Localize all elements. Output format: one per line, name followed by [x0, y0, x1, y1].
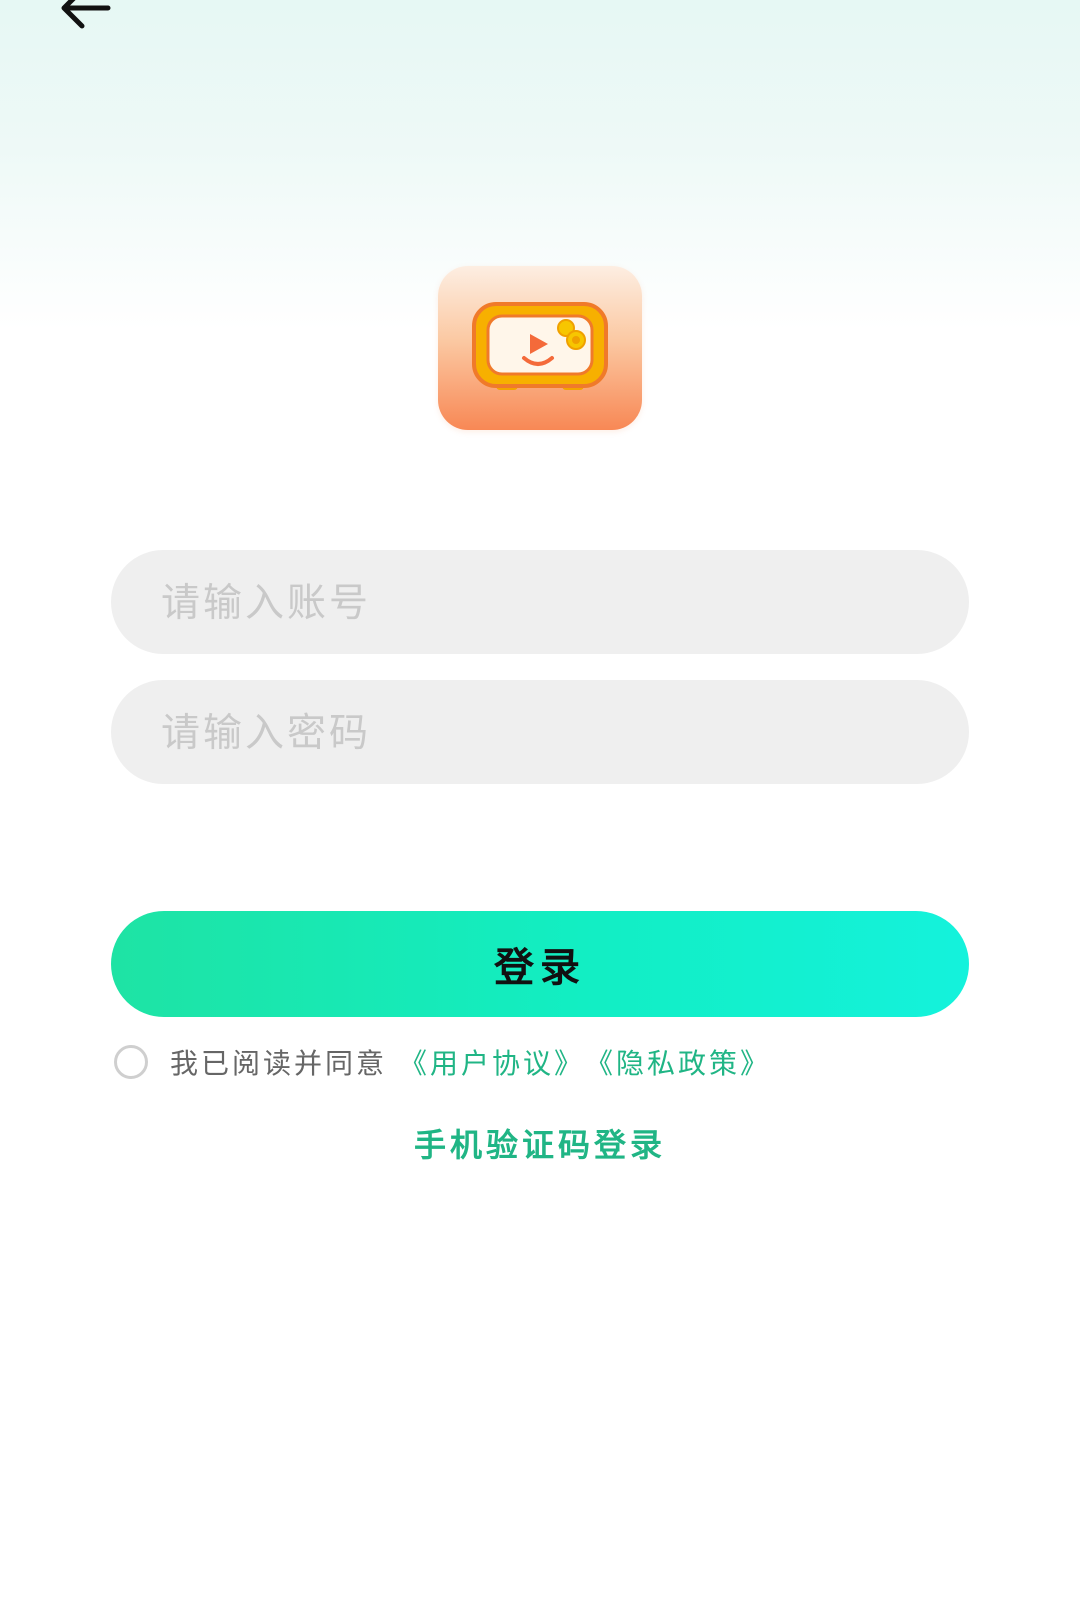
- login-button[interactable]: 登录: [111, 911, 969, 1017]
- back-button[interactable]: [50, 0, 120, 38]
- password-field[interactable]: [111, 680, 969, 786]
- account-input[interactable]: [159, 550, 925, 656]
- login-button-label: 登录: [494, 945, 586, 991]
- tv-play-icon: [472, 302, 608, 390]
- agreement-text: 我已阅读并同意: [170, 1047, 388, 1080]
- arrow-left-icon: [61, 0, 111, 29]
- sms-code-login-link[interactable]: 手机验证码登录: [0, 1120, 1080, 1166]
- agreement-row: 我已阅读并同意 《用户协议》 《隐私政策》: [114, 1042, 771, 1082]
- password-input[interactable]: [159, 680, 925, 786]
- user-agreement-link[interactable]: 《用户协议》: [399, 1042, 585, 1082]
- app-logo: [438, 266, 642, 430]
- account-field[interactable]: [111, 550, 969, 656]
- privacy-policy-link[interactable]: 《隐私政策》: [585, 1042, 771, 1082]
- agreement-radio[interactable]: [114, 1045, 148, 1079]
